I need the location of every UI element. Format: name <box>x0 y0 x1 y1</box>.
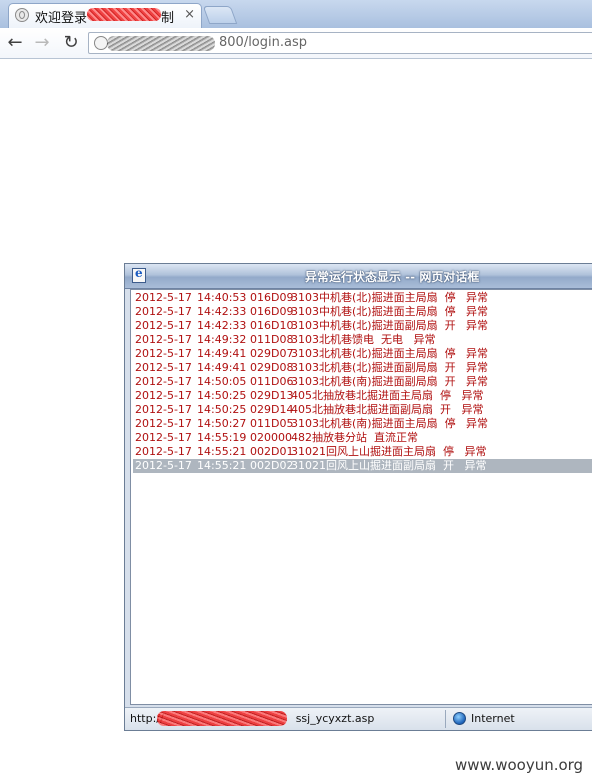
log-message: 3103中机巷(北)掘进面副局扇 开 异常 <box>291 319 489 332</box>
log-row[interactable]: 2012-5-17 14:42:33 016D103103中机巷(北)掘进面副局扇 … <box>133 319 592 333</box>
page-info-icon[interactable] <box>94 36 108 50</box>
log-date: 2012-5-17 <box>135 305 192 318</box>
log-date: 2012-5-17 <box>135 361 192 374</box>
alarm-log-list: 2012-5-17 14:40:53 016D093103中机巷(北)掘进面主局扇 … <box>133 291 592 473</box>
log-row[interactable]: 2012-5-17 14:55:19 020000482抽放巷分站 直流正常 <box>133 431 592 445</box>
log-row[interactable]: 2012-5-17 14:50:27 011D053103北机巷(南)掘进面主局扇 … <box>133 417 592 431</box>
back-icon[interactable]: ← <box>4 32 26 54</box>
log-date: 2012-5-17 <box>135 389 192 402</box>
log-row[interactable]: 2012-5-17 14:49:41 029D083103北机巷(北)掘进面副局扇 … <box>133 361 592 375</box>
ie-icon <box>132 266 146 283</box>
log-date: 2012-5-17 <box>135 319 192 332</box>
log-message: 31021回风上山掘进面主局扇 停 异常 <box>291 445 487 458</box>
log-message: 3103中机巷(北)掘进面主局扇 停 异常 <box>291 291 489 304</box>
log-time: 14:55:19 <box>197 431 247 444</box>
log-code: 011D05 <box>250 417 294 430</box>
close-tab-icon[interactable]: × <box>184 7 195 22</box>
internet-zone-icon <box>453 712 466 725</box>
log-time: 14:55:21 <box>197 445 247 458</box>
log-code: 029D07 <box>250 347 294 360</box>
dialog-statusbar: http://ssj_ycyxzt.asp Internet <box>125 707 592 730</box>
tab-strip: 欢迎登录制系统 × <box>0 0 592 28</box>
log-time: 14:55:21 <box>197 459 247 472</box>
log-message: 31021回风上山掘进面副局扇 开 异常 <box>291 459 487 472</box>
log-message: 3103北机巷(南)掘进面副局扇 开 异常 <box>291 375 489 388</box>
log-message: 3103北机巷馈电 无电 异常 <box>291 333 436 346</box>
log-row[interactable]: 2012-5-17 14:49:41 029D073103北机巷(北)掘进面主局扇 … <box>133 347 592 361</box>
redaction-scribble <box>87 8 161 21</box>
redaction-scribble <box>107 36 215 51</box>
log-row[interactable]: 2012-5-17 14:42:33 016D093103中机巷(北)掘进面主局扇 … <box>133 305 592 319</box>
log-code: 002D01 <box>250 445 294 458</box>
log-code: 029D14 <box>250 403 294 416</box>
log-date: 2012-5-17 <box>135 459 192 472</box>
log-time: 14:50:25 <box>197 403 247 416</box>
log-code: 002D02 <box>250 459 294 472</box>
security-zone: Internet <box>471 712 515 725</box>
log-date: 2012-5-17 <box>135 291 192 304</box>
address-url: 800/login.asp <box>219 35 307 50</box>
log-time: 14:49:32 <box>197 333 247 346</box>
log-code: 029D08 <box>250 361 294 374</box>
log-code: 020000 <box>250 431 292 444</box>
log-time: 14:49:41 <box>197 347 247 360</box>
log-code: 011D08 <box>250 333 294 346</box>
reload-icon[interactable]: ↻ <box>60 32 82 54</box>
log-message: 482抽放巷分站 直流正常 <box>291 431 418 444</box>
redaction-scribble <box>157 711 287 726</box>
log-code: 016D09 <box>250 305 294 318</box>
log-row[interactable]: 2012-5-17 14:55:21 002D0131021回风上山掘进面主局扇 停… <box>133 445 592 459</box>
log-date: 2012-5-17 <box>135 375 192 388</box>
watermark: www.wooyun.org <box>455 756 584 774</box>
log-row[interactable]: 2012-5-17 14:49:32 011D083103北机巷馈电 无电 异常 <box>133 333 592 347</box>
browser-tab[interactable]: 欢迎登录制系统 × <box>8 3 202 28</box>
log-time: 14:50:05 <box>197 375 247 388</box>
log-row[interactable]: 2012-5-17 14:50:25 029D13405北抽放巷北掘进面主局扇 停 … <box>133 389 592 403</box>
log-time: 14:42:33 <box>197 305 247 318</box>
log-message: 3103北机巷(北)掘进面主局扇 停 异常 <box>291 347 489 360</box>
log-date: 2012-5-17 <box>135 445 192 458</box>
log-code: 011D06 <box>250 375 294 388</box>
log-date: 2012-5-17 <box>135 333 192 346</box>
log-message: 405北抽放巷北掘进面副局扇 开 异常 <box>291 403 484 416</box>
log-message: 405北抽放巷北掘进面主局扇 停 异常 <box>291 389 484 402</box>
log-date: 2012-5-17 <box>135 417 192 430</box>
log-date: 2012-5-17 <box>135 347 192 360</box>
web-dialog: 异常运行状态显示 -- 网页对话框 2012-5-17 14:40:53016D0… <box>124 263 592 731</box>
new-tab-button[interactable] <box>202 6 238 24</box>
log-date: 2012-5-17 <box>135 431 192 444</box>
log-message: 3103中机巷(北)掘进面主局扇 停 异常 <box>291 305 489 318</box>
log-row[interactable]: 2012-5-17 14:55:21 002D0231021回风上山掘进面副局扇 开… <box>133 459 592 473</box>
log-time: 14:42:33 <box>197 319 247 332</box>
dialog-title: 异常运行状态显示 -- 网页对话框 <box>305 270 480 284</box>
address-bar[interactable]: 800/login.asp <box>88 32 592 54</box>
log-code: 016D10 <box>250 319 294 332</box>
log-code: 016D09 <box>250 291 294 304</box>
log-row[interactable]: 2012-5-17 14:40:53 016D093103中机巷(北)掘进面主局扇 … <box>133 291 592 305</box>
dialog-content: 2012-5-17 14:40:53 016D093103中机巷(北)掘进面主局扇 … <box>130 289 592 705</box>
forward-icon[interactable]: → <box>31 32 53 54</box>
log-code: 029D13 <box>250 389 294 402</box>
log-time: 14:50:25 <box>197 389 247 402</box>
status-divider <box>445 710 446 728</box>
log-time: 14:49:41 <box>197 361 247 374</box>
log-time: 14:40:53 <box>197 291 247 304</box>
log-time: 14:50:27 <box>197 417 247 430</box>
log-row[interactable]: 2012-5-17 14:50:05 011D063103北机巷(南)掘进面副局扇 … <box>133 375 592 389</box>
page-favicon-icon <box>15 8 29 22</box>
log-message: 3103北机巷(南)掘进面主局扇 停 异常 <box>291 417 489 430</box>
log-date: 2012-5-17 <box>135 403 192 416</box>
log-message: 3103北机巷(北)掘进面副局扇 开 异常 <box>291 361 489 374</box>
dialog-titlebar[interactable]: 异常运行状态显示 -- 网页对话框 <box>125 264 592 289</box>
browser-toolbar: ← → ↻ 800/login.asp <box>0 28 592 59</box>
log-row[interactable]: 2012-5-17 14:50:25 029D14405北抽放巷北掘进面副局扇 开 … <box>133 403 592 417</box>
